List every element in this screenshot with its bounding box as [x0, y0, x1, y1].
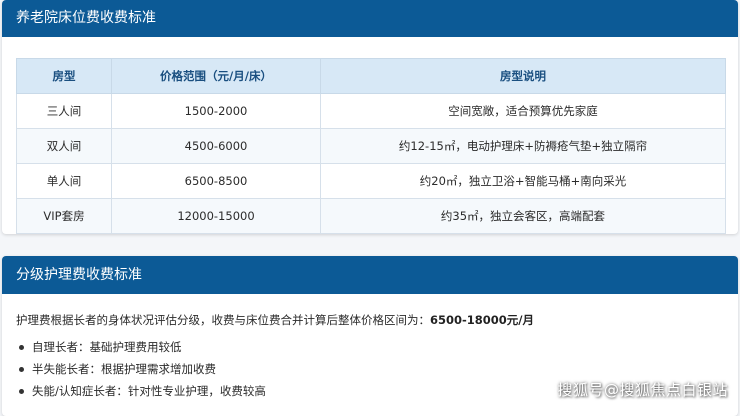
description-cell: 约12-15㎡，电动护理床+防褥疮气垫+独立隔帘 [320, 128, 726, 164]
bed-fee-card: 养老院床位费收费标准 房型 价格范围（元/月/床） 房型说明 三人间 1500-… [2, 0, 738, 234]
table-header-row: 房型 价格范围（元/月/床） 房型说明 [16, 58, 726, 94]
header-room-type: 房型 [16, 58, 112, 94]
list-item: 自理长者：基础护理费用较低 [16, 336, 266, 358]
price-range-cell: 6500-8500 [111, 163, 321, 199]
price-range-cell: 1500-2000 [111, 93, 321, 129]
table-row: 三人间 1500-2000 空间宽敞，适合预算优先家庭 [16, 93, 726, 129]
list-item: 失能/认知症长者：针对性专业护理，收费较高 [16, 380, 266, 402]
header-price-range: 价格范围（元/月/床） [111, 58, 321, 94]
table-row: 单人间 6500-8500 约20㎡，独立卫浴+智能马桶+南向采光 [16, 163, 726, 199]
table-row: VIP套房 12000-15000 约35㎡，独立会客区，高端配套 [16, 198, 726, 234]
price-range-cell: 4500-6000 [111, 128, 321, 164]
header-room-description: 房型说明 [320, 58, 726, 94]
care-fee-intro: 护理费根据长者的身体状况评估分级，收费与床位费合并计算后整体价格区间为：6500… [16, 312, 534, 328]
watermark-text: 搜狐号@搜狐焦点白银站 [557, 381, 728, 399]
list-item: 半失能长者：根据护理需求增加收费 [16, 358, 266, 380]
care-level-list: 自理长者：基础护理费用较低 半失能长者：根据护理需求增加收费 失能/认知症长者：… [16, 336, 266, 402]
care-fee-title: 分级护理费收费标准 [2, 256, 738, 294]
intro-price-range: 6500-18000元/月 [430, 313, 534, 327]
description-cell: 约35㎡，独立会客区，高端配套 [320, 198, 726, 234]
description-cell: 空间宽敞，适合预算优先家庭 [320, 93, 726, 129]
table-row: 双人间 4500-6000 约12-15㎡，电动护理床+防褥疮气垫+独立隔帘 [16, 128, 726, 164]
price-range-cell: 12000-15000 [111, 198, 321, 234]
room-type-cell: 单人间 [16, 163, 112, 199]
bed-fee-table: 房型 价格范围（元/月/床） 房型说明 三人间 1500-2000 空间宽敞，适… [16, 58, 726, 234]
bed-fee-title: 养老院床位费收费标准 [2, 0, 738, 37]
room-type-cell: 双人间 [16, 128, 112, 164]
intro-text: 护理费根据长者的身体状况评估分级，收费与床位费合并计算后整体价格区间为： [16, 313, 430, 327]
description-cell: 约20㎡，独立卫浴+智能马桶+南向采光 [320, 163, 726, 199]
room-type-cell: 三人间 [16, 93, 112, 129]
room-type-cell: VIP套房 [16, 198, 112, 234]
